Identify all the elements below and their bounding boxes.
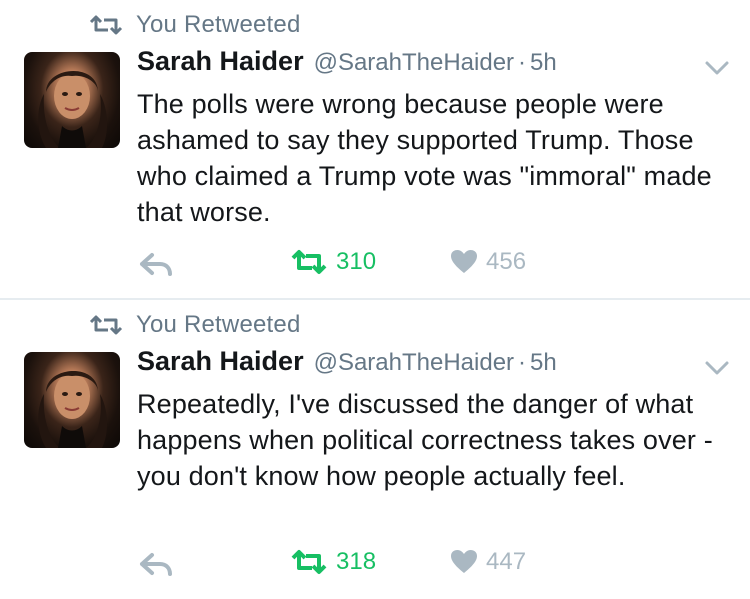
tweet-text: Repeatedly, I've discussed the danger of… [137, 389, 713, 491]
tweet[interactable]: You Retweeted Sarah Haider @SarahTheHaid… [0, 0, 750, 298]
author-name[interactable]: Sarah Haider [137, 346, 304, 377]
tweet-actions: 310 456 [0, 244, 750, 284]
retweet-icon [291, 550, 327, 574]
separator-dot: · [518, 49, 527, 76]
like-count: 456 [486, 248, 527, 275]
retweet-button[interactable]: 318 [290, 548, 376, 576]
reply-icon[interactable] [138, 550, 174, 578]
retweet-count: 310 [336, 248, 377, 275]
author-handle[interactable]: @SarahTheHaider [314, 349, 514, 377]
timestamp[interactable]: 5h [530, 349, 557, 377]
retweet-button[interactable]: 310 [290, 248, 376, 276]
retweet-icon [89, 315, 123, 335]
heart-icon [451, 550, 477, 573]
avatar[interactable] [24, 52, 120, 148]
chevron-down-icon[interactable] [702, 358, 732, 378]
reply-icon[interactable] [138, 250, 174, 278]
timestamp[interactable]: 5h [530, 49, 557, 77]
avatar[interactable] [24, 352, 120, 448]
retweet-icon [291, 250, 327, 274]
retweet-context-label: You Retweeted [136, 311, 301, 338]
author-name[interactable]: Sarah Haider [137, 46, 304, 77]
like-button[interactable]: 447 [450, 548, 526, 576]
tweet-text: The polls were wrong because people were… [137, 89, 712, 227]
tweet[interactable]: You Retweeted Sarah Haider @SarahTheHaid… [0, 300, 750, 599]
author-handle[interactable]: @SarahTheHaider [314, 49, 514, 77]
heart-icon [451, 250, 477, 273]
like-button[interactable]: 456 [450, 248, 526, 276]
tweet-actions: 318 447 [0, 544, 750, 584]
tweet-header: Sarah Haider @SarahTheHaider · 5h [137, 46, 677, 84]
retweet-icon [89, 15, 123, 35]
like-count: 447 [486, 548, 527, 575]
separator-dot: · [518, 349, 527, 376]
retweet-context: You Retweeted [88, 10, 301, 40]
retweet-context: You Retweeted [88, 310, 301, 340]
tweet-header: Sarah Haider @SarahTheHaider · 5h [137, 346, 677, 384]
chevron-down-icon[interactable] [702, 58, 732, 78]
retweet-count: 318 [336, 548, 377, 575]
retweet-context-label: You Retweeted [136, 11, 301, 38]
